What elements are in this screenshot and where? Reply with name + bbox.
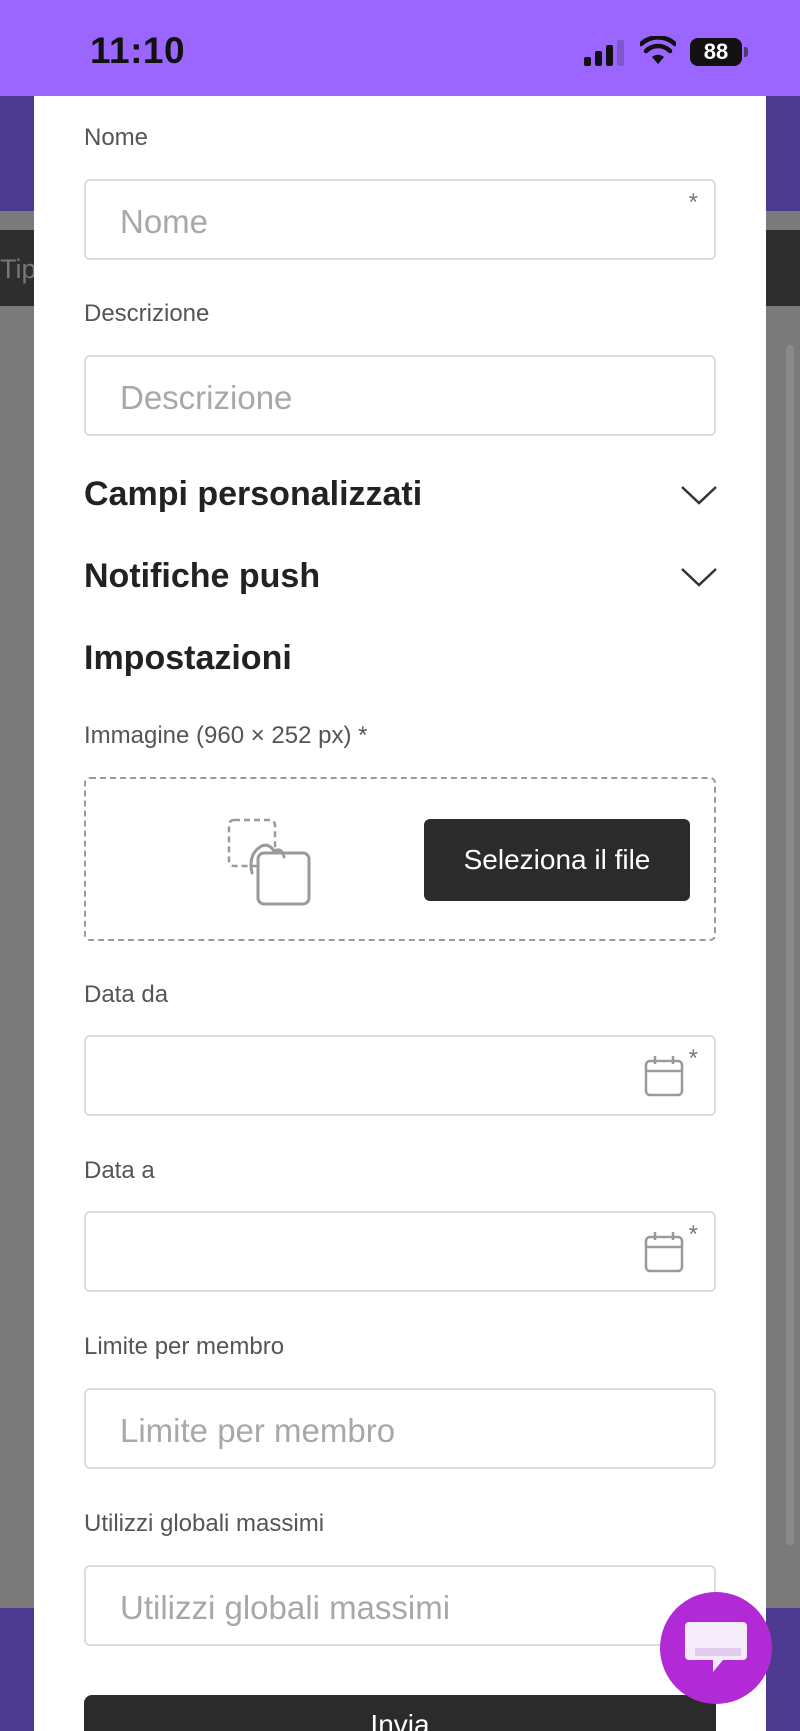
chevron-down-icon[interactable] xyxy=(680,566,718,588)
description-input[interactable]: Descrizione xyxy=(84,355,716,436)
calendar-icon[interactable] xyxy=(644,1231,684,1273)
required-marker: * xyxy=(688,189,698,216)
image-label: Immagine (960 × 252 px) * xyxy=(84,722,368,749)
date-to-label: Data a xyxy=(84,1157,155,1184)
limit-per-member-label: Limite per membro xyxy=(84,1333,285,1360)
date-to-input[interactable]: * xyxy=(84,1211,716,1292)
image-upload-icon xyxy=(227,818,311,906)
max-global-uses-label: Utilizzi globali massimi xyxy=(84,1510,325,1537)
status-time: 11:10 xyxy=(90,30,186,71)
custom-fields-section-title[interactable]: Campi personalizzati xyxy=(84,475,422,514)
description-label: Descrizione xyxy=(84,300,210,327)
date-from-label: Data da xyxy=(84,981,169,1008)
required-marker: * xyxy=(688,1221,698,1248)
chevron-down-icon[interactable] xyxy=(680,484,718,506)
name-input[interactable]: Nome * xyxy=(84,179,716,260)
scrollbar[interactable] xyxy=(786,345,794,1545)
date-from-input[interactable]: * xyxy=(84,1035,716,1116)
required-marker: * xyxy=(688,1045,698,1072)
name-placeholder: Nome xyxy=(120,203,209,240)
wifi-icon xyxy=(640,36,676,64)
description-placeholder: Descrizione xyxy=(120,379,293,416)
chat-button[interactable] xyxy=(660,1592,772,1704)
settings-section-title: Impostazioni xyxy=(84,639,292,677)
select-file-button[interactable]: Seleziona il file xyxy=(424,819,690,901)
max-global-uses-placeholder: Utilizzi globali massimi xyxy=(120,1589,451,1626)
name-label: Nome xyxy=(84,124,149,151)
limit-per-member-input[interactable]: Limite per membro xyxy=(84,1388,716,1469)
submit-button[interactable]: Invia xyxy=(84,1695,716,1731)
battery-tip xyxy=(744,47,748,57)
calendar-icon[interactable] xyxy=(644,1055,684,1097)
limit-per-member-placeholder: Limite per membro xyxy=(120,1412,396,1449)
push-notifications-section-title[interactable]: Notifiche push xyxy=(84,557,320,596)
battery-indicator: 88 xyxy=(690,38,742,66)
chat-icon xyxy=(685,1622,747,1672)
max-global-uses-input[interactable]: Utilizzi globali massimi xyxy=(84,1565,716,1646)
image-dropzone[interactable]: Seleziona il file xyxy=(84,777,716,941)
status-bar: 11:10 88 xyxy=(0,0,800,96)
cellular-signal-icon xyxy=(584,40,626,66)
